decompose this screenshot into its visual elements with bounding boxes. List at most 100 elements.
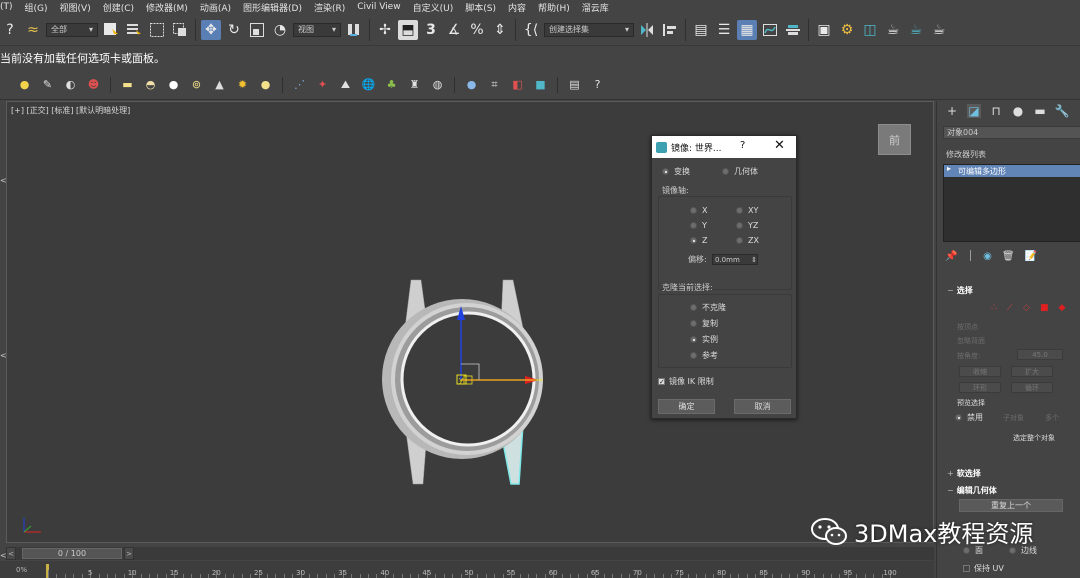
walkthrough-icon[interactable]: ✎ <box>39 76 56 93</box>
preview-off-radio[interactable]: 禁用 <box>955 412 983 423</box>
mode-geometry-radio[interactable]: 几何体 <box>722 166 758 177</box>
rect-selection-icon[interactable] <box>147 20 167 40</box>
menu-item[interactable]: 组(G) <box>22 1 57 14</box>
render-cube-icon[interactable]: ◧ <box>509 76 526 93</box>
select-scale-icon[interactable] <box>247 20 267 40</box>
select-manipulate-icon[interactable]: ✢ <box>375 20 395 40</box>
menu-item[interactable]: Civil View <box>354 2 409 12</box>
render-active-shade-icon[interactable]: ☕ <box>929 20 949 40</box>
sphere-map-icon[interactable]: ◍ <box>429 76 446 93</box>
torus-icon[interactable]: ⊚ <box>188 76 205 93</box>
menu-item[interactable]: 渲染(R) <box>311 1 354 14</box>
mirror-ik-checkbox[interactable]: ✓ 镜像 IK 限制 <box>658 376 714 387</box>
element-icon[interactable]: ◆ <box>1058 303 1065 313</box>
foliage-icon[interactable]: ♣ <box>383 76 400 93</box>
snaps-toggle-icon[interactable]: 3 <box>421 20 441 40</box>
stack-item-editable-poly[interactable]: 可编辑多边形 <box>944 164 1080 177</box>
edge-icon[interactable]: ⟋ <box>1007 303 1013 313</box>
select-by-name-icon[interactable] <box>124 20 144 40</box>
offset-spinner[interactable]: 0.0mm ⇕ <box>712 254 758 265</box>
preserve-uv-checkbox[interactable]: 保持 UV <box>963 563 1004 574</box>
render-iterative-icon[interactable]: ☕ <box>906 20 926 40</box>
hemisphere-icon[interactable]: ◓ <box>142 76 159 93</box>
particles-icon[interactable]: ✦ <box>314 76 331 93</box>
orbit-icon[interactable]: ◐ <box>62 76 79 93</box>
hierarchy-tab-icon[interactable]: ⊓ <box>989 104 1003 118</box>
clone-instance-radio[interactable]: 实例 <box>690 334 718 345</box>
axis-xy-radio[interactable]: XY <box>736 206 758 215</box>
window-crossing-icon[interactable] <box>170 20 190 40</box>
configure-sets-icon[interactable]: 📝 <box>1025 251 1037 262</box>
viewcube[interactable]: 前 <box>878 124 911 155</box>
angle-snap-icon[interactable]: ∡ <box>444 20 464 40</box>
lights-icon[interactable]: ● <box>16 76 33 93</box>
preview-multi-option[interactable]: 多个 <box>1045 413 1059 423</box>
grow-button[interactable]: 扩大 <box>1011 366 1053 377</box>
soft-selection-rollout[interactable]: 软选择 <box>943 467 1080 479</box>
menu-item[interactable]: (T) <box>0 2 22 12</box>
loop-button[interactable]: 循环 <box>1011 382 1053 393</box>
time-slider[interactable]: < 0 / 100 > <box>6 547 934 560</box>
select-rotate-icon[interactable]: ↻ <box>224 20 244 40</box>
box-icon[interactable]: ▬ <box>119 76 136 93</box>
chair-icon[interactable]: ♜ <box>406 76 423 93</box>
angle-spinner[interactable]: 45.0 <box>1017 349 1063 360</box>
render-production-icon[interactable]: ☕ <box>883 20 903 40</box>
modifier-list-dropdown[interactable]: 修改器列表 <box>943 148 1080 161</box>
help-circle-icon[interactable]: ? <box>589 76 606 93</box>
pivot-center-icon[interactable] <box>344 20 364 40</box>
select-object-icon[interactable] <box>101 20 121 40</box>
cancel-button[interactable]: 取消 <box>734 399 791 414</box>
toggle-ribbon-icon[interactable]: ▦ <box>737 19 757 40</box>
globe-icon[interactable]: 🌐 <box>360 76 377 93</box>
scene-icon[interactable]: ⛰ <box>337 76 354 93</box>
axis-zx-radio[interactable]: ZX <box>736 236 759 245</box>
select-move-icon[interactable]: ✥ <box>201 19 221 40</box>
axis-y-radio[interactable]: Y <box>690 221 707 230</box>
viewport-label[interactable]: [+] [正交] [标准] [默认明暗处理] <box>11 105 130 116</box>
border-icon[interactable]: ◇ <box>1023 303 1030 313</box>
ok-button[interactable]: 确定 <box>658 399 715 414</box>
selection-filter-dropdown[interactable]: 全部 ▾ <box>46 22 98 37</box>
toggle-layer-explorer-icon[interactable]: ☰ <box>714 20 734 40</box>
clone-copy-radio[interactable]: 复制 <box>690 318 718 329</box>
pin-stack-icon[interactable]: 📌 <box>945 251 957 262</box>
mirror-icon[interactable] <box>637 20 657 40</box>
settings-icon[interactable]: ▤ <box>566 76 583 93</box>
help-icon[interactable]: ? <box>0 20 20 40</box>
repeat-last-button[interactable]: 重复上一个 <box>959 499 1063 512</box>
curve-editor-icon[interactable] <box>760 20 780 40</box>
grid-icon[interactable]: ⋰ <box>291 76 308 93</box>
display-tab-icon[interactable]: ▬ <box>1033 104 1047 118</box>
mirror-dialog[interactable]: 镜像: 世界... ? ✕ 变换 几何体 镜像轴: X XY Y YZ Z ZX… <box>651 135 797 419</box>
axis-yz-radio[interactable]: YZ <box>736 221 758 230</box>
show-end-result-icon[interactable]: ⏐ <box>967 251 973 262</box>
clone-none-radio[interactable]: 不克隆 <box>690 302 726 313</box>
polygon-icon[interactable]: ■ <box>1040 303 1049 313</box>
create-tab-icon[interactable]: + <box>945 104 959 118</box>
edit-geometry-rollout[interactable]: 编辑几何体 <box>943 484 1080 496</box>
teapot-icon[interactable]: ● <box>257 76 274 93</box>
by-angle-option[interactable]: 按角度: <box>957 351 980 361</box>
preview-subobj-option[interactable]: 子对象 <box>1003 413 1024 423</box>
cone-icon[interactable]: ▲ <box>211 76 228 93</box>
menu-item[interactable]: 内容 <box>505 1 535 14</box>
make-unique-icon[interactable]: ◉ <box>983 251 992 262</box>
motion-tab-icon[interactable]: ● <box>1011 104 1025 118</box>
menu-item[interactable]: 修改器(M) <box>143 1 197 14</box>
camera-icon[interactable]: ■ <box>532 76 549 93</box>
axis-x-radio[interactable]: X <box>690 206 707 215</box>
menu-item[interactable]: 视图(V) <box>57 1 100 14</box>
spinner-snap-icon[interactable]: ⇕ <box>490 20 510 40</box>
menu-item[interactable]: 帮助(H) <box>535 1 579 14</box>
material-editor-icon[interactable]: ▣ <box>814 20 834 40</box>
percent-snap-icon[interactable]: % <box>467 20 487 40</box>
prev-frame-icon[interactable]: < <box>6 547 16 560</box>
close-icon[interactable]: ✕ <box>774 138 785 153</box>
menu-item[interactable]: 脚本(S) <box>462 1 505 14</box>
selection-rollout[interactable]: 选择 <box>943 284 1080 296</box>
menu-item[interactable]: 溜云库 <box>579 1 618 14</box>
bind-spacewarp-icon[interactable]: ≈ <box>23 20 43 40</box>
select-place-icon[interactable]: ◔ <box>270 20 290 40</box>
menu-item[interactable]: 自定义(U) <box>410 1 463 14</box>
